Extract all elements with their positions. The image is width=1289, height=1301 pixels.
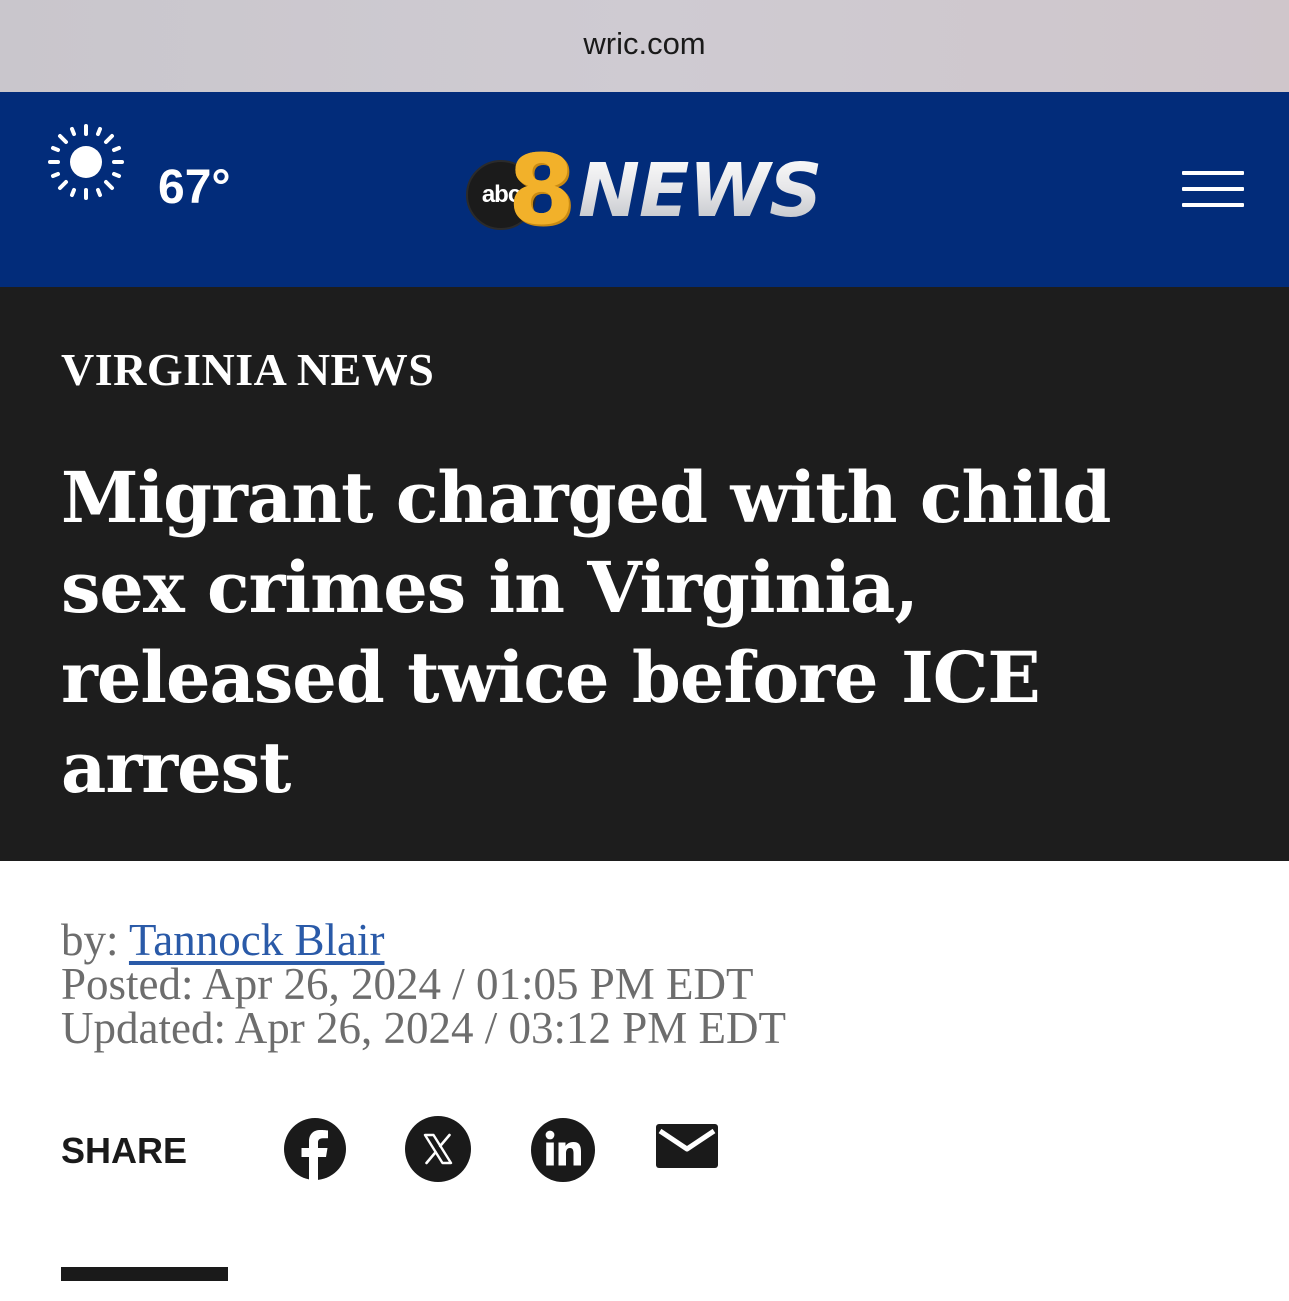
category-label[interactable]: VIRGINIA NEWS [61, 343, 434, 396]
logo-number: 8 [508, 134, 575, 246]
byline-prefix: by: [61, 915, 119, 965]
site-header: 67° abc 8 NEWS [0, 92, 1289, 287]
url-text[interactable]: wric.com [583, 26, 705, 62]
hamburger-menu-icon[interactable] [1182, 171, 1244, 209]
posted-date: Posted: Apr 26, 2024 / 01:05 PM EDT [61, 959, 754, 1009]
author-link[interactable]: Tannock Blair [129, 915, 385, 965]
sun-icon[interactable] [46, 122, 126, 202]
section-divider [61, 1267, 228, 1281]
facebook-icon[interactable] [283, 1117, 347, 1181]
share-label: SHARE [61, 1130, 188, 1171]
byline: by: Tannock Blair [61, 915, 786, 965]
article-meta: by: Tannock Blair Posted: Apr 26, 2024 /… [61, 915, 786, 1053]
article-headline: Migrant charged with child sex crimes in… [61, 456, 1112, 809]
browser-address-bar[interactable]: wric.com [0, 0, 1289, 92]
article-hero: VIRGINIA NEWS Migrant charged with child… [0, 287, 1289, 861]
temperature[interactable]: 67° [158, 160, 231, 215]
updated-date: Updated: Apr 26, 2024 / 03:12 PM EDT [61, 1003, 786, 1053]
linkedin-icon[interactable] [530, 1117, 595, 1182]
site-logo[interactable]: abc 8 NEWS [466, 142, 846, 242]
x-icon[interactable] [404, 1115, 472, 1183]
logo-word: NEWS [578, 148, 822, 234]
email-icon[interactable] [655, 1123, 719, 1169]
